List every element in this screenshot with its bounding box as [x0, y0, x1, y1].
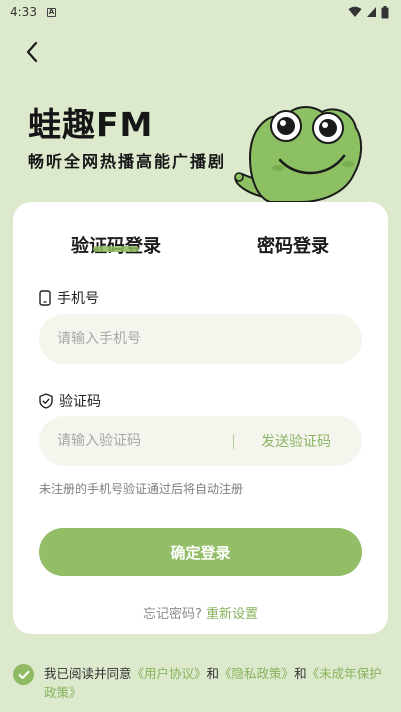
status-right — [348, 5, 389, 19]
brand-title: 蛙趣FM — [28, 105, 154, 144]
user-agreement-link[interactable]: 《用户协议》 — [132, 666, 207, 681]
code-input-box: 发送验证码 — [39, 416, 362, 466]
auto-register-hint: 未注册的手机号验证通过后将自动注册 — [39, 482, 244, 496]
status-time: 4:33 — [10, 5, 37, 19]
chevron-left-icon — [26, 41, 38, 63]
agreement-checkbox[interactable] — [13, 664, 34, 685]
agreement-and-2: 和 — [294, 666, 307, 681]
back-button[interactable] — [18, 38, 46, 66]
privacy-policy-link[interactable]: 《隐私政策》 — [219, 666, 294, 681]
agreement-and-1: 和 — [206, 666, 220, 681]
wifi-icon — [348, 6, 362, 18]
status-bar: 4:33 A — [0, 0, 401, 24]
login-tabs: 验证码登录 密码登录 — [13, 232, 388, 262]
phone-input-box — [39, 314, 362, 364]
phone-icon — [39, 290, 51, 306]
code-field-label: 验证码 — [39, 391, 101, 411]
login-card: 验证码登录 密码登录 手机号 验证码 发送验证码 未注册的手机号验证通过后将自动… — [13, 202, 388, 634]
tab-password-login[interactable]: 密码登录 — [257, 232, 329, 258]
code-input[interactable] — [39, 416, 229, 466]
active-tab-indicator — [93, 246, 139, 252]
status-left: 4:33 A — [10, 5, 56, 19]
battery-icon — [381, 5, 389, 18]
app-notification-icon: A — [46, 7, 56, 17]
send-code-button[interactable]: 发送验证码 — [261, 431, 331, 451]
signal-icon — [367, 7, 376, 17]
frog-mascot — [234, 106, 362, 203]
code-label-text: 验证码 — [59, 394, 101, 410]
phone-input[interactable] — [39, 314, 362, 364]
code-divider — [233, 434, 234, 449]
agreement-text: 我已阅读并同意《用户协议》和《隐私政策》和《未成年保护政策》 — [44, 664, 384, 702]
agreement-row: 我已阅读并同意《用户协议》和《隐私政策》和《未成年保护政策》 — [13, 664, 393, 702]
forgot-password-text: 忘记密码? — [142, 607, 202, 622]
phone-field-label: 手机号 — [39, 288, 99, 308]
forgot-password-row: 忘记密码? 重新设置 — [13, 603, 388, 622]
brand-slogan: 畅听全网热播高能广播剧 — [28, 152, 227, 171]
phone-label-text: 手机号 — [57, 291, 99, 307]
shield-check-icon — [39, 393, 53, 409]
tab-sms-login[interactable]: 验证码登录 — [71, 232, 161, 258]
check-icon — [18, 670, 29, 679]
reset-password-link[interactable]: 重新设置 — [206, 607, 258, 622]
confirm-login-button[interactable]: 确定登录 — [39, 528, 362, 576]
agreement-prefix: 我已阅读并同意 — [44, 666, 132, 681]
